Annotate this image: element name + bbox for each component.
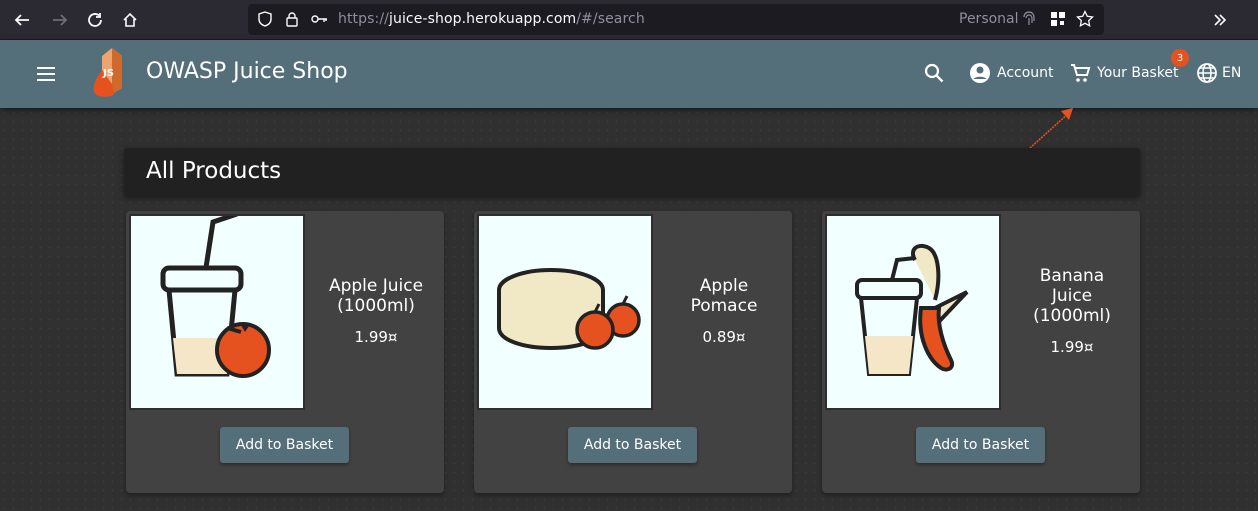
product-name: Banana Juice (1000ml) (1033, 266, 1111, 326)
url-text[interactable]: https://juice-shop.herokuapp.com/#/searc… (338, 11, 645, 27)
product-info: Apple Juice (1000ml) 1.99¤ (308, 211, 444, 411)
product-info: Apple Pomace 0.89¤ (656, 211, 792, 411)
product-card[interactable]: Apple Juice (1000ml) 1.99¤ Add to Basket (126, 211, 444, 493)
basket-label: Your Basket (1097, 65, 1179, 81)
address-bar[interactable]: https://juice-shop.herokuapp.com/#/searc… (248, 4, 1104, 35)
apple-juice-image[interactable] (129, 214, 305, 410)
product-info: Banana Juice (1000ml) 1.99¤ (1004, 211, 1140, 411)
apple-pomace-image[interactable] (477, 214, 653, 410)
app-toolbar: JS OWASP Juice Shop Account Your Basket … (0, 40, 1258, 108)
overflow-icon[interactable] (1208, 8, 1232, 32)
product-name: Apple Pomace (690, 276, 758, 316)
container-label[interactable]: Personal (959, 11, 1019, 27)
shield-icon[interactable] (256, 10, 274, 28)
account-icon (970, 63, 990, 83)
browser-toolbar: https://juice-shop.herokuapp.com/#/searc… (0, 0, 1258, 40)
section-header: All Products (124, 148, 1140, 196)
add-to-basket-button[interactable]: Add to Basket (568, 427, 697, 463)
annotation-arrow (1029, 108, 1073, 149)
language-button[interactable]: EN (1196, 62, 1241, 84)
product-price: 1.99¤ (354, 328, 398, 346)
forward-arrow-icon[interactable] (48, 8, 72, 32)
basket-button[interactable]: Your Basket (1069, 62, 1179, 84)
fingerprint-icon (1020, 10, 1038, 28)
menu-icon[interactable] (34, 62, 58, 86)
language-label: EN (1222, 65, 1242, 81)
star-icon[interactable] (1076, 10, 1094, 28)
banana-juice-image[interactable] (825, 214, 1001, 410)
cart-icon (1071, 64, 1091, 82)
product-card[interactable]: Apple Pomace 0.89¤ Add to Basket (474, 211, 792, 493)
app-title[interactable]: OWASP Juice Shop (146, 59, 348, 84)
search-icon[interactable] (923, 62, 945, 84)
juice-shop-logo[interactable]: JS (88, 46, 138, 100)
product-card[interactable]: Banana Juice (1000ml) 1.99¤ Add to Baske… (822, 211, 1140, 493)
product-name: Apple Juice (1000ml) (328, 276, 424, 316)
account-label: Account (997, 65, 1054, 81)
product-price: 1.99¤ (1050, 338, 1094, 356)
globe-icon (1197, 63, 1217, 83)
back-arrow-icon[interactable] (10, 8, 34, 32)
svg-text:JS: JS (102, 68, 114, 79)
add-to-basket-button[interactable]: Add to Basket (916, 427, 1045, 463)
add-to-basket-button[interactable]: Add to Basket (220, 427, 349, 463)
account-button[interactable]: Account (969, 62, 1054, 84)
home-icon[interactable] (118, 8, 142, 32)
product-price: 0.89¤ (702, 328, 746, 346)
basket-count-badge: 3 (1171, 49, 1189, 67)
key-icon[interactable] (310, 10, 328, 28)
section-title: All Products (146, 158, 282, 184)
lock-icon[interactable] (283, 10, 301, 28)
reload-icon[interactable] (83, 8, 107, 32)
qr-icon[interactable] (1049, 10, 1067, 28)
